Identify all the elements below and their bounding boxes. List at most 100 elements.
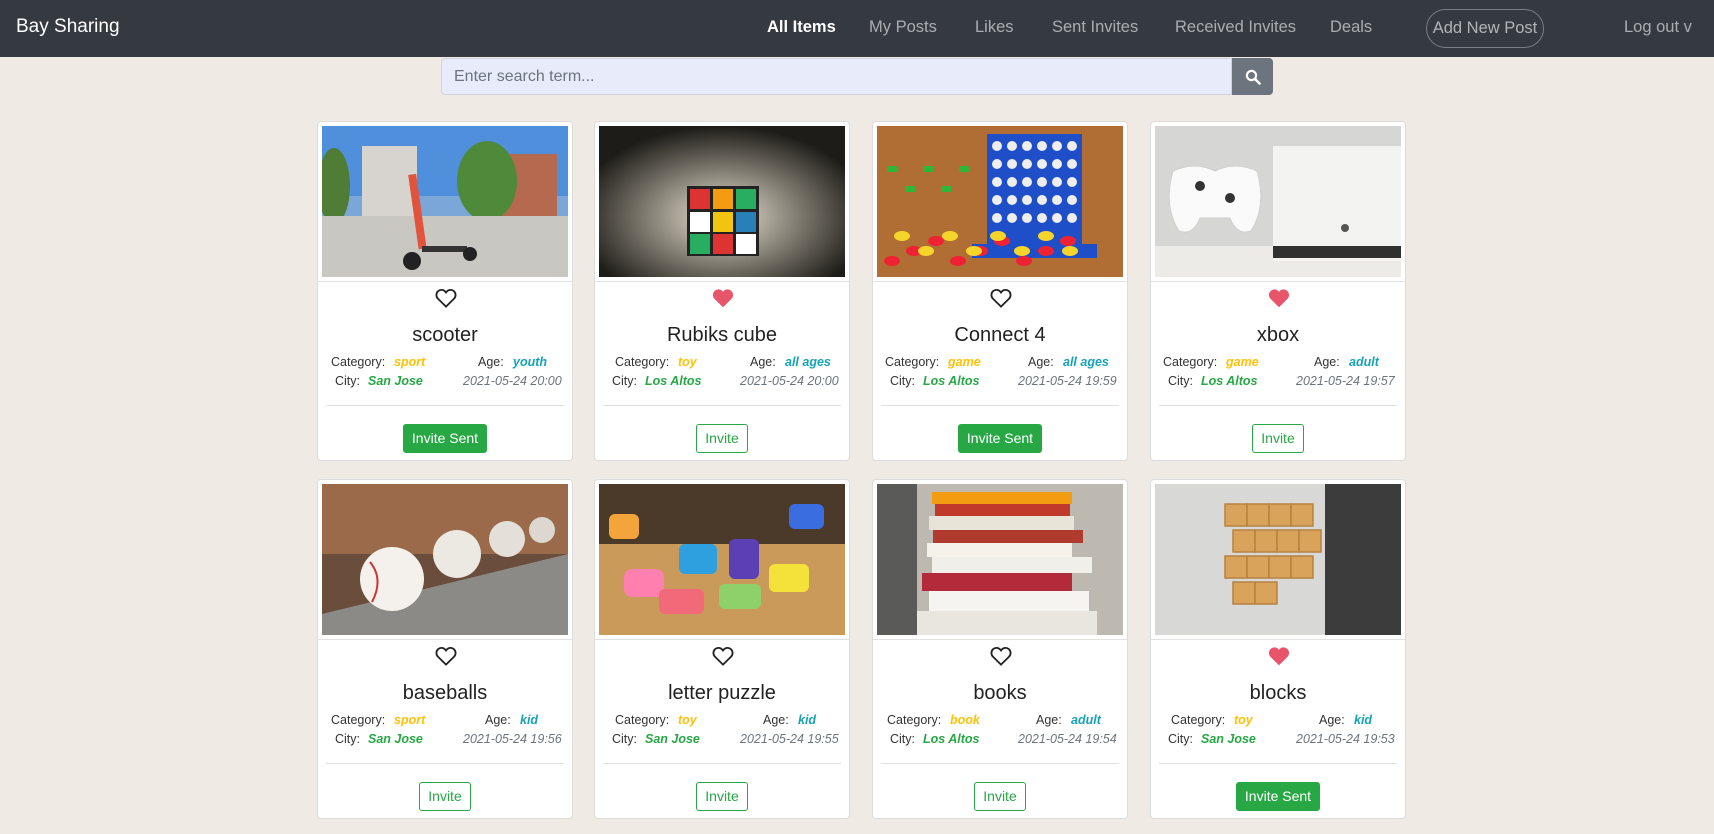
age-value: all ages xyxy=(1063,355,1109,369)
invite-button[interactable]: Invite xyxy=(1252,424,1304,453)
item-card-letter-puzzle: letter puzzle Category: toy Age: kid Cit… xyxy=(594,479,850,819)
heart-icon[interactable] xyxy=(712,646,734,666)
age-value: all ages xyxy=(785,355,831,369)
divider xyxy=(595,281,849,282)
city-value: San Jose xyxy=(368,732,423,746)
city-value: Los Altos xyxy=(1201,374,1258,388)
category-label: Category: xyxy=(1171,713,1226,727)
divider xyxy=(595,639,849,640)
item-card-blocks: blocks Category: toy Age: kid City: San … xyxy=(1150,479,1406,819)
item-photo[interactable] xyxy=(599,484,845,635)
nav-likes[interactable]: Likes xyxy=(975,18,1014,37)
heart-icon[interactable] xyxy=(990,646,1012,666)
item-card-books: books Category: book Age: adult City: Lo… xyxy=(872,479,1128,819)
invite-button[interactable]: Invite xyxy=(974,782,1026,811)
search-button[interactable] xyxy=(1232,58,1273,95)
invite-sent-button[interactable]: Invite Sent xyxy=(1236,782,1320,811)
heart-icon[interactable] xyxy=(712,288,734,308)
invite-sent-button[interactable]: Invite Sent xyxy=(958,424,1042,453)
city-value: San Jose xyxy=(645,732,700,746)
age-value: kid xyxy=(520,713,539,727)
heart-icon[interactable] xyxy=(435,646,457,666)
invite-button[interactable]: Invite xyxy=(696,782,748,811)
divider xyxy=(873,639,1127,640)
divider xyxy=(1151,639,1405,640)
item-card-xbox: xbox Category: game Age: adult City: Los… xyxy=(1150,121,1406,461)
city-label: City: xyxy=(890,732,915,746)
heart-icon[interactable] xyxy=(1268,646,1290,666)
category-label: Category: xyxy=(887,713,942,727)
post-date: 2021-05-24 19:55 xyxy=(740,732,839,746)
heart-icon[interactable] xyxy=(990,288,1012,308)
navbar: Bay Sharing All Items My Posts Likes Sen… xyxy=(0,0,1714,57)
item-title: Connect 4 xyxy=(954,324,1046,346)
age-value: kid xyxy=(798,713,817,727)
item-photo[interactable] xyxy=(877,484,1123,635)
item-card-scooter: scooter Category: sport Age: youth City:… xyxy=(317,121,573,461)
city-value: San Jose xyxy=(368,374,423,388)
category-value: sport xyxy=(394,355,426,369)
category-value: toy xyxy=(678,713,697,727)
item-card-connect-4: Connect 4 Category: game Age: all ages C… xyxy=(872,121,1128,461)
brand-logo[interactable]: Bay Sharing xyxy=(16,16,120,38)
post-date: 2021-05-24 19:56 xyxy=(463,732,562,746)
item-title: scooter xyxy=(412,324,478,346)
category-label: Category: xyxy=(615,355,670,369)
nav-all-items[interactable]: All Items xyxy=(767,18,836,37)
nav-sent-invites[interactable]: Sent Invites xyxy=(1052,18,1138,37)
invite-button[interactable]: Invite xyxy=(696,424,748,453)
age-label: Age: xyxy=(485,713,511,727)
divider xyxy=(1159,405,1397,406)
category-value: toy xyxy=(1234,713,1253,727)
city-value: San Jose xyxy=(1201,732,1256,746)
divider xyxy=(326,405,564,406)
nav-received-invites[interactable]: Received Invites xyxy=(1175,18,1296,37)
city-label: City: xyxy=(612,374,637,388)
item-photo[interactable] xyxy=(322,126,568,277)
item-title: xbox xyxy=(1256,324,1300,346)
item-card-baseballs: baseballs Category: sport Age: kid City:… xyxy=(317,479,573,819)
category-value: game xyxy=(948,355,981,369)
post-date: 2021-05-24 19:59 xyxy=(1018,374,1117,388)
divider xyxy=(318,639,572,640)
item-photo[interactable] xyxy=(322,484,568,635)
post-date: 2021-05-24 20:00 xyxy=(740,374,839,388)
category-value: toy xyxy=(678,355,697,369)
add-new-post-button[interactable]: Add New Post xyxy=(1426,9,1544,48)
post-date: 2021-05-24 20:00 xyxy=(463,374,562,388)
invite-sent-button[interactable]: Invite Sent xyxy=(403,424,487,453)
item-photo[interactable] xyxy=(1155,126,1401,277)
city-label: City: xyxy=(890,374,915,388)
category-label: Category: xyxy=(1163,355,1218,369)
heart-icon[interactable] xyxy=(1268,288,1290,308)
category-label: Category: xyxy=(885,355,940,369)
category-label: Category: xyxy=(331,355,386,369)
age-label: Age: xyxy=(750,355,776,369)
logout-menu[interactable]: Log out v xyxy=(1624,18,1692,37)
item-photo[interactable] xyxy=(877,126,1123,277)
post-date: 2021-05-24 19:54 xyxy=(1018,732,1117,746)
nav-deals[interactable]: Deals xyxy=(1330,18,1372,37)
item-photo[interactable] xyxy=(1155,484,1401,635)
divider xyxy=(873,281,1127,282)
divider xyxy=(1151,281,1405,282)
divider xyxy=(1159,763,1397,764)
item-photo[interactable] xyxy=(599,126,845,277)
search-input[interactable] xyxy=(441,58,1232,95)
nav-my-posts[interactable]: My Posts xyxy=(869,18,937,37)
age-value: kid xyxy=(1354,713,1373,727)
divider xyxy=(881,763,1119,764)
heart-icon[interactable] xyxy=(435,288,457,308)
divider xyxy=(318,281,572,282)
age-label: Age: xyxy=(478,355,504,369)
invite-button[interactable]: Invite xyxy=(419,782,471,811)
divider xyxy=(881,405,1119,406)
post-date: 2021-05-24 19:53 xyxy=(1296,732,1395,746)
item-title: letter puzzle xyxy=(668,682,776,704)
age-label: Age: xyxy=(1319,713,1345,727)
category-value: game xyxy=(1226,355,1259,369)
divider xyxy=(326,763,564,764)
age-label: Age: xyxy=(1314,355,1340,369)
search-icon xyxy=(1245,69,1261,85)
age-label: Age: xyxy=(1036,713,1062,727)
